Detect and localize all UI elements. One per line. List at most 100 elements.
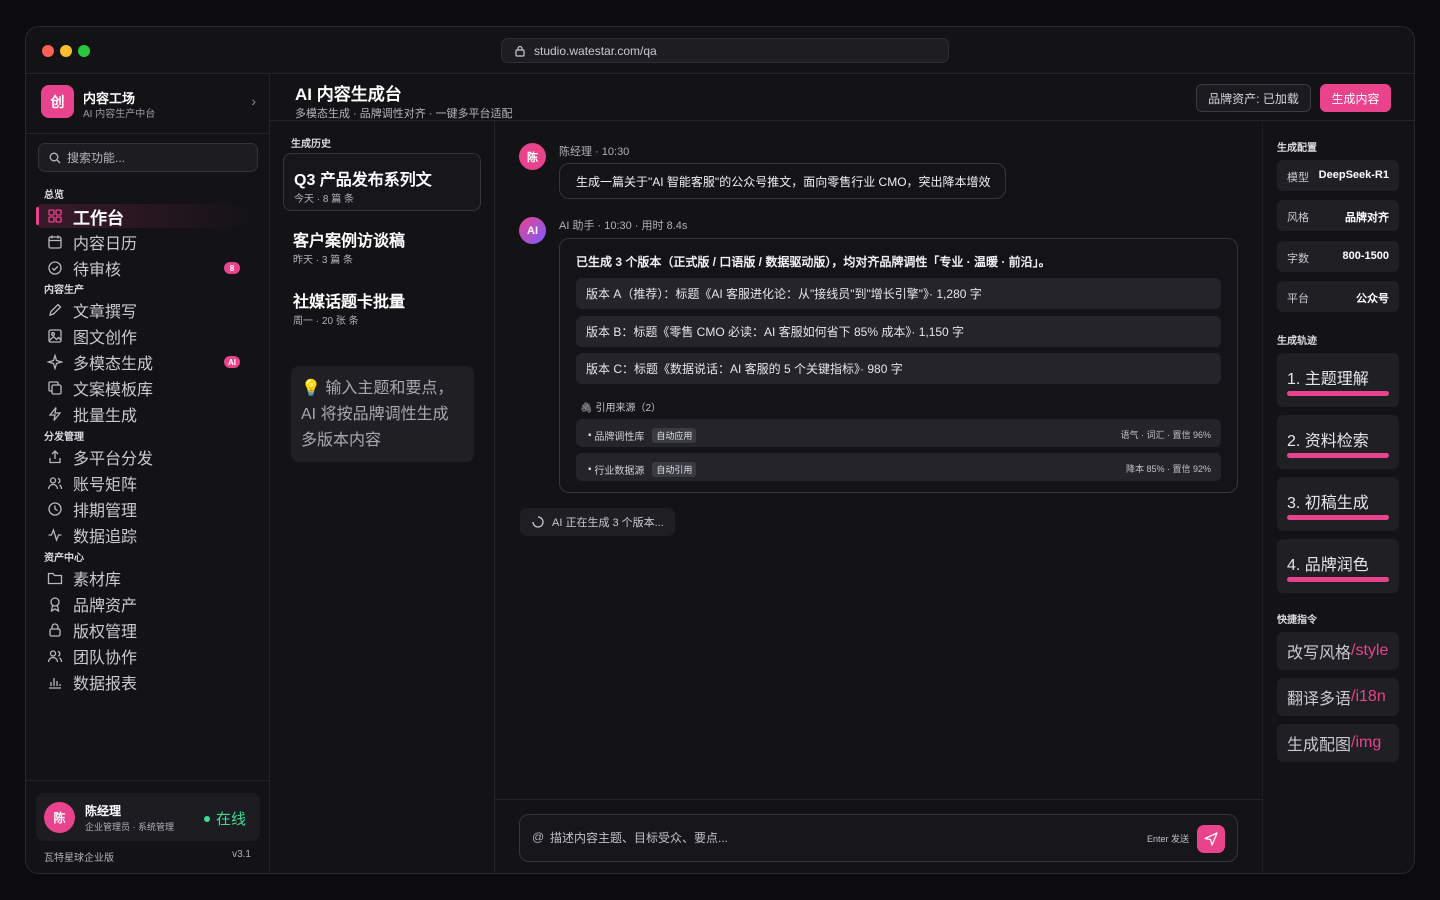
config-value: 品牌对齐 [1345,212,1389,224]
history-item-meta: 昨天 · 3 篇 条 [293,255,354,266]
hint-card: 💡 输入主题和要点，AI 将按品牌调性生成多版本内容 [291,366,474,462]
sidebar-item-production-2[interactable]: 多模态生成 AI [36,350,250,374]
section-label-assets: 资产中心 [44,553,84,564]
quick-command[interactable]: 生成配图 /img [1277,724,1399,762]
history-item[interactable]: Q3 产品发布系列文 今天 · 8 篇 条 [283,153,481,211]
sidebar-item-overview-0[interactable]: 工作台 [36,204,250,228]
sidebar-item-overview-2[interactable]: 待审核 8 [36,256,250,280]
sidebar-item-production-0[interactable]: 文章撰写 [36,298,250,322]
config-row-model[interactable]: 模型 DeepSeek-R1 [1277,160,1399,191]
command-label: 改写风格 [1287,645,1352,662]
history-item[interactable]: 客户案例访谈稿 昨天 · 3 篇 条 [283,215,481,273]
divider [26,780,270,781]
sidebar-item-production-1[interactable]: 图文创作 [36,324,250,348]
count-badge: AI [224,356,240,368]
search-box[interactable]: 搜索功能... [38,143,258,172]
quick-command[interactable]: 改写风格/style [1277,632,1399,670]
sidebar-item-label: 账号矩阵 [73,477,138,494]
calendar-icon [47,234,63,250]
folder-icon [47,570,63,586]
generate-button[interactable]: 生成内容 [1320,84,1391,112]
citation-tag: 自动引用 [652,462,697,477]
version-option[interactable]: 版本 A（推荐）：标题《AI 客服进化论：从"接线员"到"增长引擎"》· 1,2… [576,278,1221,309]
command-shortcut: /img [1351,734,1382,751]
grid-icon [47,208,63,224]
commands-label: 快捷指令 [1277,615,1317,626]
ai-summary: 已生成 3 个版本（正式版 / 口语版 / 数据驱动版），均对齐品牌调性「专业 … [576,255,1051,269]
lock-icon [47,622,63,638]
prompt-input[interactable] [550,828,1110,848]
version: v3.1 [232,849,251,860]
steps-label: 生成轨迹 [1277,336,1317,347]
config-row-length[interactable]: 字数 800-1500 [1277,241,1399,272]
section-label-overview: 总览 [44,190,64,201]
config-row-platform[interactable]: 平台 公众号 [1277,281,1399,312]
step-progress-bar [1287,453,1389,458]
loading-indicator: AI 正在生成 3 个版本... [520,508,675,536]
address-bar[interactable]: studio.watestar.com/qa [501,38,949,63]
search-placeholder: 搜索功能... [67,151,126,165]
step-progress-fill [1287,453,1389,458]
activity-icon [47,527,63,543]
sidebar-item-assets-1[interactable]: 品牌资产 [36,592,250,616]
brand-switcher[interactable]: 创 内容工场 AI 内容生产中台 › [41,85,256,120]
minimize-window-button[interactable] [60,45,72,57]
version-option[interactable]: 版本 B：标题《零售 CMO 必读：AI 客服如何省下 85% 成本》· 1,1… [576,316,1221,347]
citation-stat: 降本 85% · 置信 92% [1125,464,1211,474]
config-key: 风格 [1287,212,1309,224]
config-row-style[interactable]: 风格 品牌对齐 [1277,200,1399,231]
history-item[interactable]: 社媒话题卡批量 周一 · 20 张 条 [283,276,481,334]
send-button[interactable] [1197,825,1225,853]
sidebar-item-assets-3[interactable]: 团队协作 [36,644,250,668]
sidebar-item-label: 团队协作 [73,650,138,667]
sidebar-item-label: 图文创作 [73,330,138,347]
sidebar-item-assets-4[interactable]: 数据报表 [36,670,250,694]
config-value: 公众号 [1356,293,1389,305]
divider [495,799,1263,800]
config-key: 平台 [1287,293,1309,305]
pen-icon [47,302,63,318]
maximize-window-button[interactable] [78,45,90,57]
citation-row[interactable]: ▪ 行业数据源 自动引用 降本 85% · 置信 92% [576,453,1221,481]
document-icon: ▪ [588,430,592,441]
command-shortcut: /style [1351,642,1389,659]
spinner-icon [532,516,544,528]
step-name: 4. 品牌润色 [1287,557,1369,574]
count-badge: 8 [224,262,240,274]
sidebar-item-distribution-2[interactable]: 排期管理 [36,497,250,521]
user-name: 陈经理 [85,804,122,818]
section-label-production: 内容生产 [44,285,84,296]
step-progress-bar [1287,515,1389,520]
sidebar-item-assets-0[interactable]: 素材库 [36,566,250,590]
user-card[interactable]: 陈 陈经理 企业管理员 · 系统管理 在线 [36,793,260,841]
composer: @ Enter 发送 [519,814,1238,862]
titlebar: studio.watestar.com/qa [26,27,1414,74]
citation-row[interactable]: ▪ 品牌调性库 自动应用 语气 · 词汇 · 置信 96% [576,419,1221,447]
sidebar-item-overview-1[interactable]: 内容日历 [36,230,250,254]
divider [26,133,270,134]
sidebar-item-distribution-0[interactable]: 多平台分发 [36,445,250,469]
sidebar-item-label: 品牌资产 [73,598,138,615]
sidebar-item-distribution-1[interactable]: 账号矩阵 [36,471,250,495]
sidebar-item-label: 待审核 [73,262,122,279]
loading-text: AI 正在生成 3 个版本... [552,517,664,529]
sidebar-item-production-3[interactable]: 文案模板库 [36,376,250,400]
command-shortcut: /i18n [1351,688,1386,705]
sidebar-item-assets-2[interactable]: 版权管理 [36,618,250,642]
version-option[interactable]: 版本 C：标题《数据说话：AI 客服的 5 个关键指标》· 980 字 [576,353,1221,384]
sidebar-item-label: 内容日历 [73,236,138,253]
sidebar-item-label: 素材库 [73,572,122,589]
step-card: 1. 主题理解 [1277,353,1399,407]
url-text: studio.watestar.com/qa [534,43,657,58]
close-window-button[interactable] [42,45,54,57]
sidebar-item-distribution-3[interactable]: 数据追踪 [36,523,250,547]
quick-command[interactable]: 翻译多语/i18n [1277,678,1399,716]
sidebar-item-production-4[interactable]: 批量生成 [36,402,250,426]
brand-assets-button[interactable]: 品牌资产: 已加载 [1196,84,1311,112]
mention-icon[interactable]: @ [532,830,544,844]
award-icon [47,596,63,612]
step-progress-bar [1287,577,1389,582]
page-title: AI 内容生成台 [295,85,402,104]
document-icon: ▪ [588,464,592,475]
ai-avatar: AI [519,217,546,244]
